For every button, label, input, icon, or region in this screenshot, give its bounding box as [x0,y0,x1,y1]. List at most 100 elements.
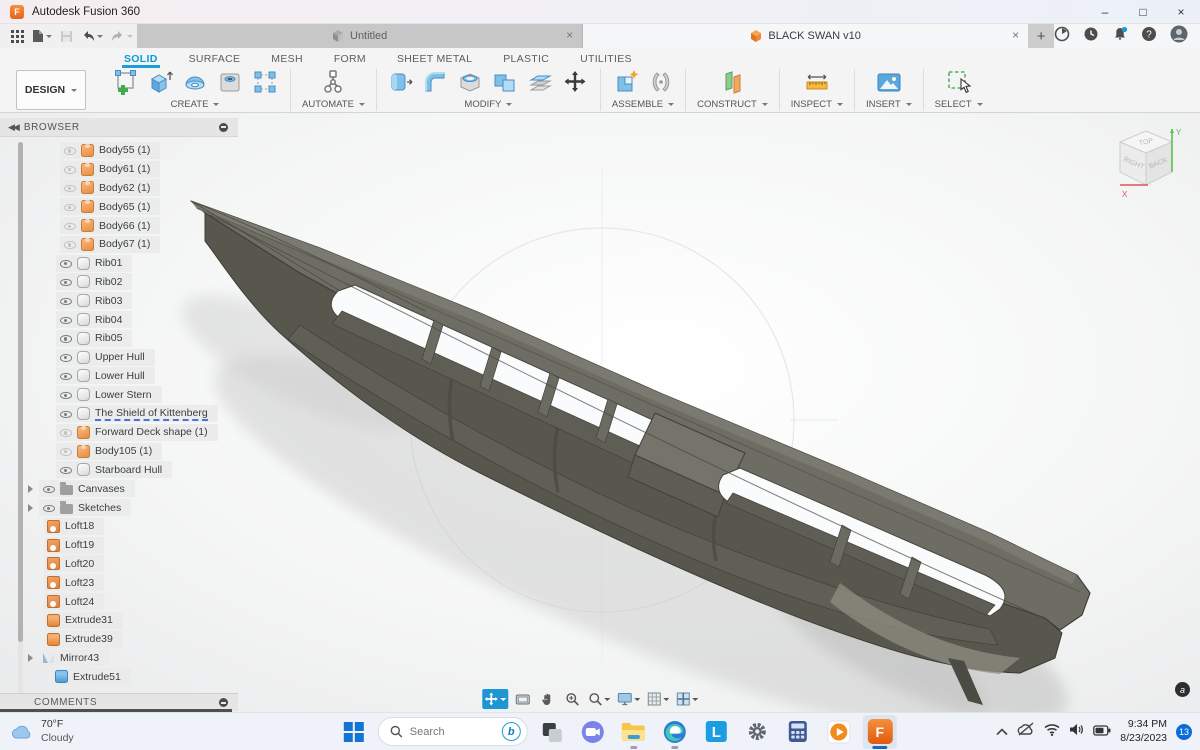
movies-tv-button[interactable] [822,715,856,749]
zoom-icon[interactable] [561,689,583,709]
tab-black-swan[interactable]: BLACK SWAN v10 × [582,24,1028,48]
viewports-icon[interactable] [674,689,700,709]
close-button[interactable]: × [1162,0,1200,24]
browser-item[interactable]: Body66 (1) [0,216,238,235]
automate-icon[interactable] [319,68,347,101]
notification-count-badge[interactable]: 13 [1176,724,1192,740]
visibility-on-icon[interactable] [59,275,72,288]
browser-item[interactable]: Body62 (1) [0,179,238,198]
file-menu-icon[interactable] [29,26,55,46]
browser-feature[interactable]: Extrude51 [0,667,238,686]
bing-icon[interactable]: b [502,722,521,741]
fit-icon[interactable] [586,689,612,709]
combine-icon[interactable] [491,68,519,101]
ribbon-tab-utilities[interactable]: UTILITIES [578,51,634,68]
ribbon-tab-mesh[interactable]: MESH [269,51,305,68]
browser-feature[interactable]: Loft19 [0,536,238,555]
browser-item[interactable]: Rib03 [0,291,238,310]
recent-activity-clock-icon[interactable] [1083,26,1099,47]
panel-options-icon[interactable] [219,698,228,707]
settings-button[interactable] [740,715,774,749]
new-tab-button[interactable]: + [1028,24,1054,48]
visibility-on-icon[interactable] [59,332,72,345]
redo-icon[interactable] [108,26,136,46]
visibility-on-icon[interactable] [59,369,72,382]
ribbon-tab-sheet-metal[interactable]: SHEET METAL [395,51,474,68]
visibility-off-icon[interactable] [63,200,76,213]
revolve-icon[interactable] [181,68,209,101]
tab-untitled[interactable]: Untitled × [137,24,582,48]
look-at-icon[interactable] [511,689,533,709]
tray-chevron-icon[interactable] [996,723,1008,741]
visibility-on-icon[interactable] [59,294,72,307]
browser-folder-sketches[interactable]: Sketches [0,498,238,517]
pan-hand-icon[interactable] [536,689,558,709]
browser-feature[interactable]: Loft20 [0,555,238,574]
close-tab-icon[interactable]: × [1012,28,1019,42]
browser-item[interactable]: Starboard Hull [0,461,238,480]
visibility-on-icon[interactable] [59,407,72,420]
ribbon-tab-solid[interactable]: SOLID [122,51,160,68]
help-icon[interactable]: ? [1141,26,1157,47]
new-component-icon[interactable] [613,68,641,101]
taskbar-search[interactable]: b [378,717,528,746]
save-icon[interactable] [57,26,76,46]
visibility-on-icon[interactable] [59,388,72,401]
visibility-on-icon[interactable] [42,501,55,514]
browser-feature[interactable]: Loft18 [0,517,238,536]
collapse-panel-icon[interactable]: ◀◀ [8,122,18,133]
browser-folder-canvases[interactable]: Canvases [0,479,238,498]
extrude-icon[interactable] [146,68,174,101]
expand-caret-icon[interactable] [28,504,33,512]
calculator-button[interactable] [781,715,815,749]
create-sketch-icon[interactable] [111,68,139,101]
visibility-off-icon[interactable] [59,426,72,439]
undo-icon[interactable] [78,26,106,46]
notifications-bell-icon[interactable] [1112,26,1128,47]
display-settings-icon[interactable] [615,689,642,709]
visibility-on-icon[interactable] [59,313,72,326]
offset-face-icon[interactable] [526,68,554,101]
browser-item-renaming[interactable]: The Shield of Kittenberg [0,404,238,423]
browser-item[interactable]: Lower Hull [0,367,238,386]
visibility-off-icon[interactable] [63,181,76,194]
fillet-icon[interactable] [421,68,449,101]
chat-button[interactable] [576,715,610,749]
job-status-icon[interactable] [1054,26,1070,47]
insert-image-icon[interactable] [874,68,904,101]
browser-item[interactable]: Rib02 [0,273,238,292]
browser-item[interactable]: Lower Stern [0,385,238,404]
maximize-button[interactable]: □ [1124,0,1162,24]
ribbon-tab-surface[interactable]: SURFACE [187,51,243,68]
visibility-off-icon[interactable] [63,238,76,251]
browser-item[interactable]: Rib04 [0,310,238,329]
browser-item[interactable]: Body55 (1) [0,141,238,160]
browser-feature[interactable]: Extrude31 [0,611,238,630]
browser-scrollbar[interactable] [18,142,23,702]
visibility-off-icon[interactable] [63,219,76,232]
shell-icon[interactable] [456,68,484,101]
3d-viewport[interactable]: ◀◀ BROWSER Body55 (1) Body61 (1) Body62 … [0,113,1200,712]
browser-item[interactable]: Forward Deck shape (1) [0,423,238,442]
browser-item[interactable]: Upper Hull [0,348,238,367]
minimize-button[interactable]: – [1086,0,1124,24]
browser-header[interactable]: ◀◀ BROWSER [0,118,238,137]
l-app-button[interactable]: L [699,715,733,749]
select-icon[interactable] [944,68,974,101]
fusion-360-taskbar-button[interactable]: F [863,715,897,749]
expand-caret-icon[interactable] [28,485,33,493]
onedrive-paused-icon[interactable] [1017,722,1035,741]
visibility-on-icon[interactable] [59,351,72,364]
start-button[interactable] [337,715,371,749]
move-icon[interactable] [561,68,589,101]
browser-feature[interactable]: Loft23 [0,573,238,592]
browser-feature[interactable]: Extrude39 [0,630,238,649]
visibility-off-icon[interactable] [63,163,76,176]
press-pull-icon[interactable] [388,68,414,101]
scrollbar-thumb[interactable] [18,142,23,642]
visibility-on-icon[interactable] [42,482,55,495]
browser-item[interactable]: Rib01 [0,254,238,273]
view-cube[interactable]: TOP RIGHT BACK X Y [1108,123,1186,210]
task-view-button[interactable] [535,715,569,749]
browser-item[interactable]: Rib05 [0,329,238,348]
